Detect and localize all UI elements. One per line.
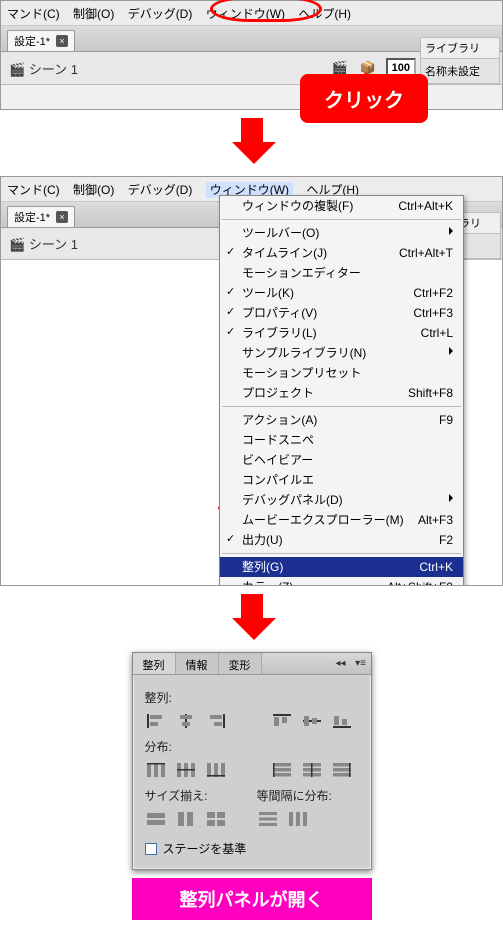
submenu-arrow-icon [449, 227, 457, 235]
library-panel-body: 名称未設定 [420, 59, 500, 84]
panel-tab-align[interactable]: 整列 [133, 653, 176, 674]
distribute-vcenter-icon[interactable] [175, 759, 197, 781]
space-vertical-icon[interactable] [257, 808, 279, 830]
distribute-bottom-icon[interactable] [205, 759, 227, 781]
distribute-right-icon[interactable] [331, 759, 353, 781]
arrow-down-icon [232, 118, 272, 168]
menu-debug[interactable]: デバッグ(D) [128, 7, 193, 21]
doc-tab[interactable]: 設定-1* × [7, 30, 75, 51]
panel-collapse-icon[interactable]: ◂◂ [331, 653, 351, 674]
align-vcenter-icon[interactable] [301, 710, 323, 732]
menu-help[interactable]: ヘルプ(H) [298, 7, 351, 21]
scene-label: 🎬 シーン 1 [9, 59, 322, 78]
match-height-icon[interactable] [175, 808, 197, 830]
section-spacing-label: 等間隔に分布: [257, 787, 332, 804]
result-banner: 整列パネルが開く [132, 878, 372, 920]
menu-item-project[interactable]: プロジェクトShift+F8 [220, 383, 463, 403]
menu-item-timeline[interactable]: タイムライン(J)Ctrl+Alt+T [220, 243, 463, 263]
menu-item-align[interactable]: 整列(G)Ctrl+K [220, 557, 463, 577]
menu-debug-2[interactable]: デバッグ(D) [128, 183, 193, 197]
align-top-icon[interactable] [271, 710, 293, 732]
menu-item-toolbar[interactable]: ツールバー(O) [220, 223, 463, 243]
panel-menu-icon[interactable]: ▾≡ [351, 653, 371, 674]
align-hcenter-icon[interactable] [175, 710, 197, 732]
menu-command-2[interactable]: マンド(C) [7, 183, 60, 197]
menu-item-actions[interactable]: アクション(A)F9 [220, 410, 463, 430]
align-right-icon[interactable] [205, 710, 227, 732]
section-matchsize-label: サイズ揃え: [145, 787, 227, 804]
distribute-top-icon[interactable] [145, 759, 167, 781]
library-panel-title[interactable]: ライブラリ [420, 37, 500, 59]
stage-checkbox-label: ステージを基準 [163, 840, 247, 857]
menu-item-color[interactable]: カラー(Z)Alt+Shift+F9 [220, 577, 463, 586]
stage-checkbox[interactable] [145, 843, 157, 855]
panel-tab-info[interactable]: 情報 [176, 653, 219, 674]
menubar: マンド(C) 制御(O) デバッグ(D) ウィンドウ(W) ヘルプ(H) [1, 1, 502, 26]
menu-item-output[interactable]: 出力(U)F2 [220, 530, 463, 550]
menu-control[interactable]: 制御(O) [73, 7, 114, 21]
menu-item-tools[interactable]: ツール(K)Ctrl+F2 [220, 283, 463, 303]
section-distribute-label: 分布: [145, 738, 359, 755]
submenu-arrow-icon [449, 494, 457, 502]
distribute-left-icon[interactable] [271, 759, 293, 781]
close-icon[interactable]: × [56, 35, 68, 47]
doc-tab-label: 設定-1* [14, 33, 50, 49]
menu-item-properties[interactable]: プロパティ(V)Ctrl+F3 [220, 303, 463, 323]
menu-item-behaviors[interactable]: ビヘイビアー [220, 450, 463, 470]
menu-item-library[interactable]: ライブラリ(L)Ctrl+L [220, 323, 463, 343]
menu-item-movie-explorer[interactable]: ムービーエクスプローラー(M)Alt+F3 [220, 510, 463, 530]
align-bottom-icon[interactable] [331, 710, 353, 732]
menu-item-motion-preset[interactable]: モーションプリセット [220, 363, 463, 383]
callout-click: クリック [300, 74, 428, 123]
menu-window[interactable]: ウィンドウ(W) [206, 7, 285, 21]
menu-item-motion-editor[interactable]: モーションエディター [220, 263, 463, 283]
window-menu-dropdown: ウィンドウの複製(F)Ctrl+Alt+K ツールバー(O) タイムライン(J)… [219, 195, 464, 586]
close-icon-2[interactable]: × [56, 211, 68, 223]
menu-item-debug-panels[interactable]: デバッグパネル(D) [220, 490, 463, 510]
doc-tab-2[interactable]: 設定-1* × [7, 206, 75, 227]
submenu-arrow-icon [449, 347, 457, 355]
menu-command[interactable]: マンド(C) [7, 7, 60, 21]
section-align-label: 整列: [145, 689, 359, 706]
match-both-icon[interactable] [205, 808, 227, 830]
arrow-down-icon-2 [232, 594, 272, 644]
panel-tab-transform[interactable]: 変形 [219, 653, 262, 674]
menu-item-duplicate-window[interactable]: ウィンドウの複製(F)Ctrl+Alt+K [220, 196, 463, 216]
match-width-icon[interactable] [145, 808, 167, 830]
menu-item-sample-library[interactable]: サンプルライブラリ(N) [220, 343, 463, 363]
menu-control-2[interactable]: 制御(O) [73, 183, 114, 197]
align-panel: 整列 情報 変形 ◂◂ ▾≡ 整列: 分布: [132, 652, 372, 870]
space-horizontal-icon[interactable] [287, 808, 309, 830]
menu-item-compile-errors[interactable]: コンパイルエ [220, 470, 463, 490]
distribute-hcenter-icon[interactable] [301, 759, 323, 781]
align-left-icon[interactable] [145, 710, 167, 732]
menu-item-code-snippets[interactable]: コードスニペ [220, 430, 463, 450]
